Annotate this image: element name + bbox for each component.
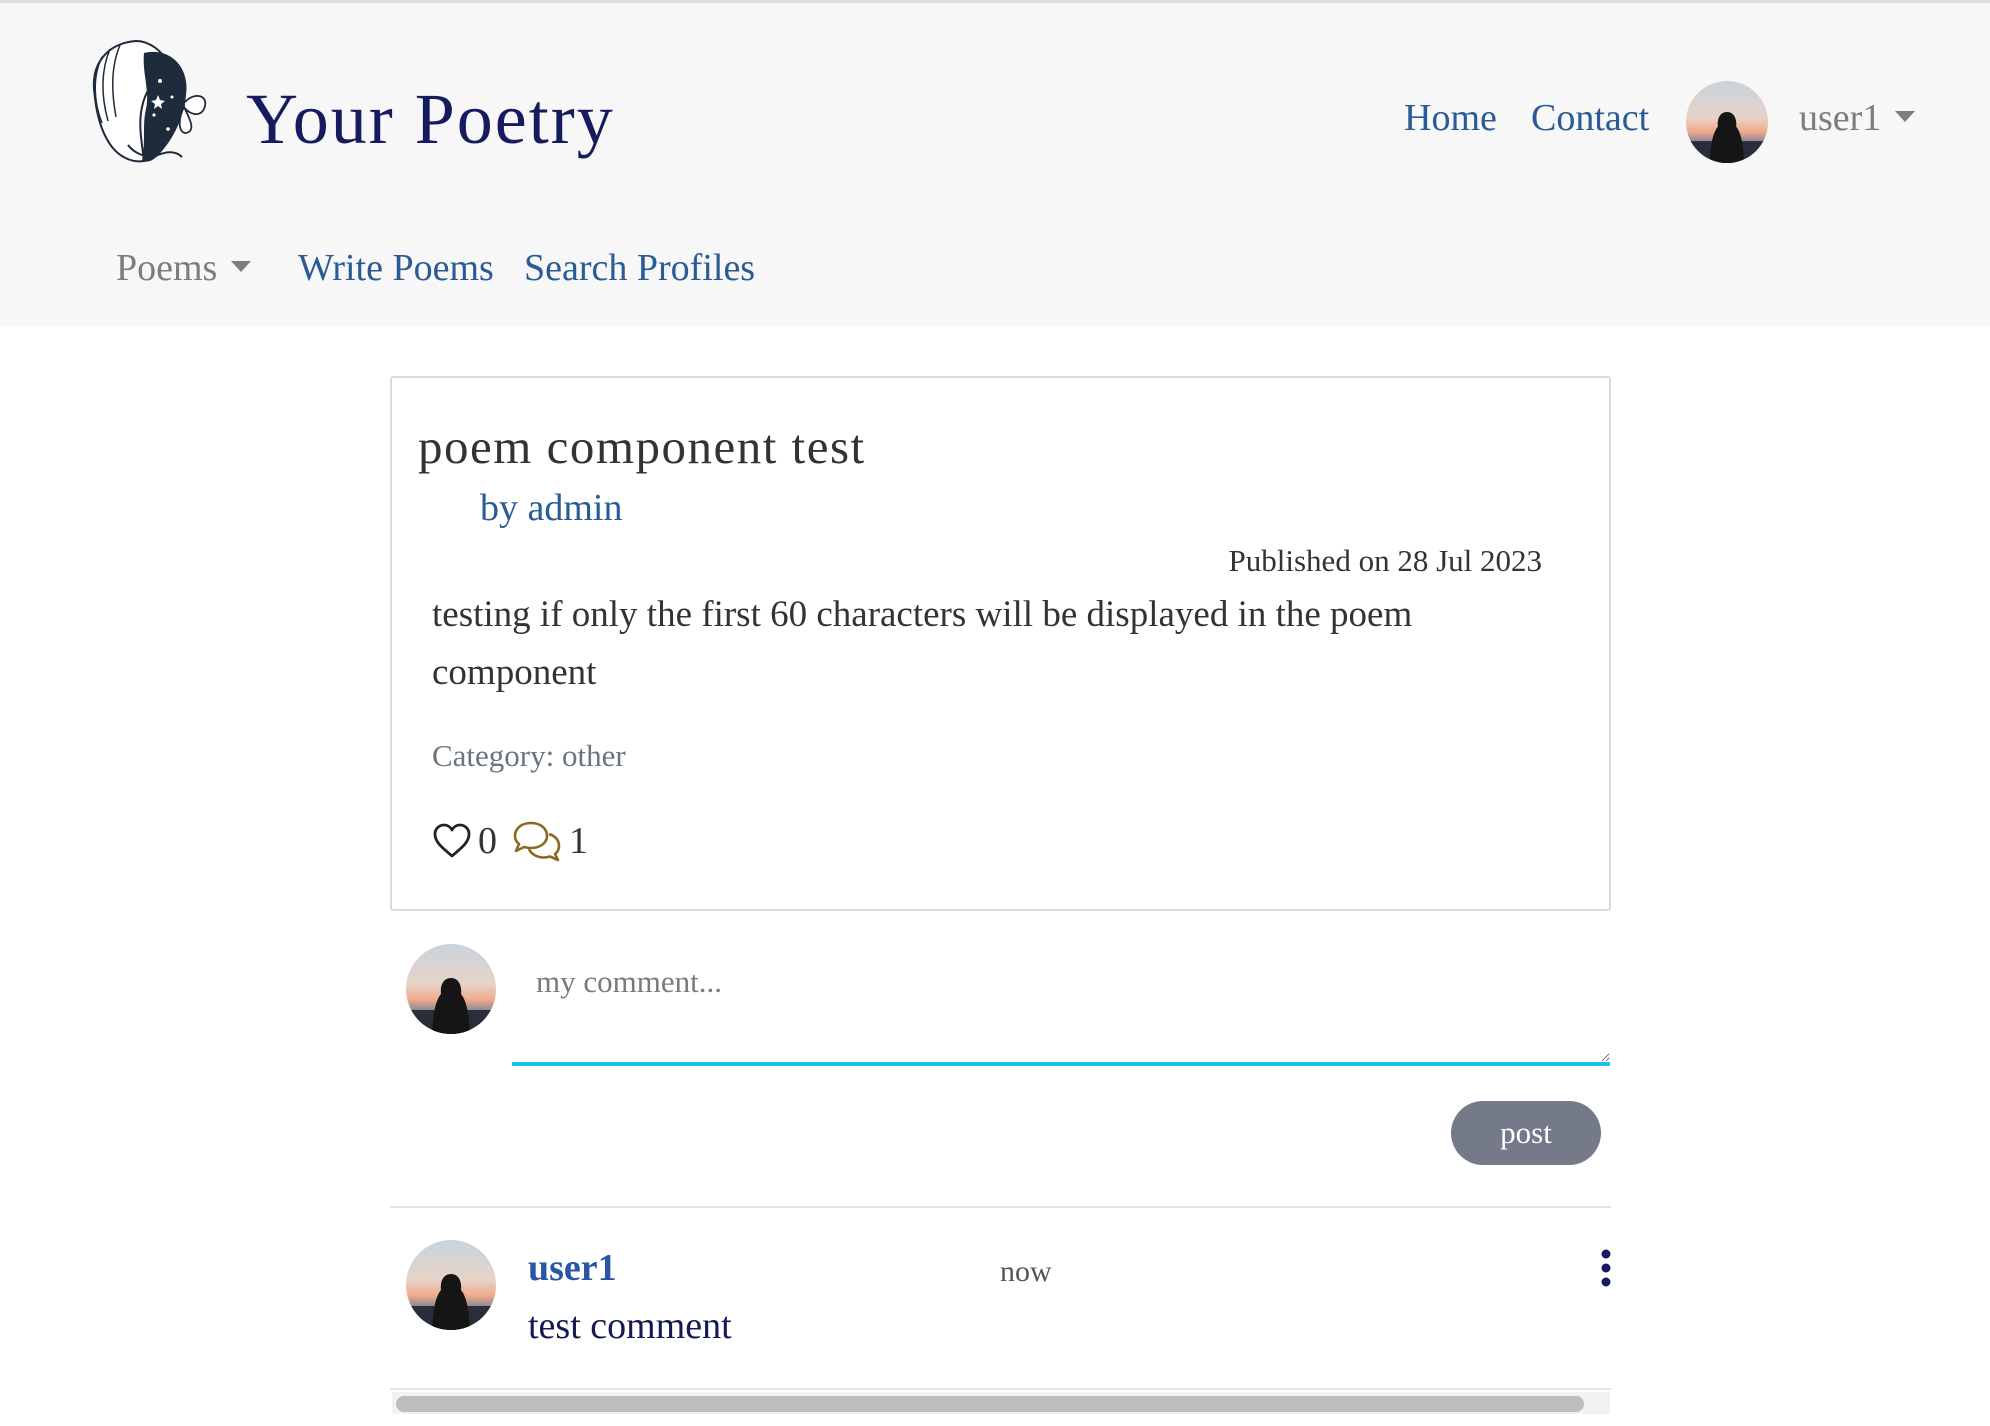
chat-bubbles-icon[interactable] <box>511 820 563 862</box>
poem-author-link[interactable]: by admin <box>480 485 622 531</box>
user-avatar[interactable] <box>1686 81 1768 163</box>
poem-stats: 0 1 <box>432 816 588 866</box>
caret-down-icon <box>1895 110 1916 122</box>
likes-count: 0 <box>478 820 497 862</box>
top-navbar: Your Poetry Home Contact user1 Poems Wri… <box>0 0 1990 326</box>
avatar-photo-icon <box>406 944 496 1034</box>
caret-down-icon <box>231 260 252 272</box>
avatar-photo-icon <box>406 1240 496 1330</box>
avatar-photo-icon <box>1686 81 1768 163</box>
poem-category: Category: other <box>432 738 626 773</box>
published-date: Published on 28 Jul 2023 <box>1228 543 1542 578</box>
comment-avatar[interactable] <box>406 1240 496 1330</box>
comments-count: 1 <box>569 820 588 862</box>
comment-timestamp: now <box>1000 1255 1052 1288</box>
site-brand-title[interactable]: Your Poetry <box>246 75 615 163</box>
poems-dropdown-label: Poems <box>116 247 218 289</box>
comment-form-avatar <box>406 944 496 1034</box>
vertical-ellipsis-icon[interactable] <box>1596 1248 1616 1288</box>
nav-link-write-poems[interactable]: Write Poems <box>298 245 494 291</box>
nav-link-home[interactable]: Home <box>1404 95 1497 141</box>
heart-outline-icon[interactable] <box>432 823 472 859</box>
woman-portrait-logo-icon[interactable] <box>72 33 214 175</box>
post-comment-button[interactable]: post <box>1451 1101 1601 1165</box>
user-dropdown-label: user1 <box>1799 97 1882 139</box>
horizontal-scrollbar-thumb[interactable] <box>396 1396 1584 1412</box>
poem-body: testing if only the first 60 characters … <box>432 594 1413 693</box>
comment-username-link[interactable]: user1 <box>528 1245 617 1291</box>
nav-link-search-profiles[interactable]: Search Profiles <box>524 245 755 291</box>
poem-title[interactable]: poem component test <box>418 418 866 476</box>
comments-divider <box>390 1206 1611 1208</box>
poems-dropdown-toggle[interactable]: Poems <box>116 245 252 291</box>
nav-link-contact[interactable]: Contact <box>1531 95 1649 141</box>
comment-text: test comment <box>528 1305 732 1347</box>
comment-list-divider <box>390 1388 1611 1390</box>
comment-input[interactable] <box>512 942 1610 1066</box>
user-dropdown-toggle[interactable]: user1 <box>1799 95 1916 141</box>
